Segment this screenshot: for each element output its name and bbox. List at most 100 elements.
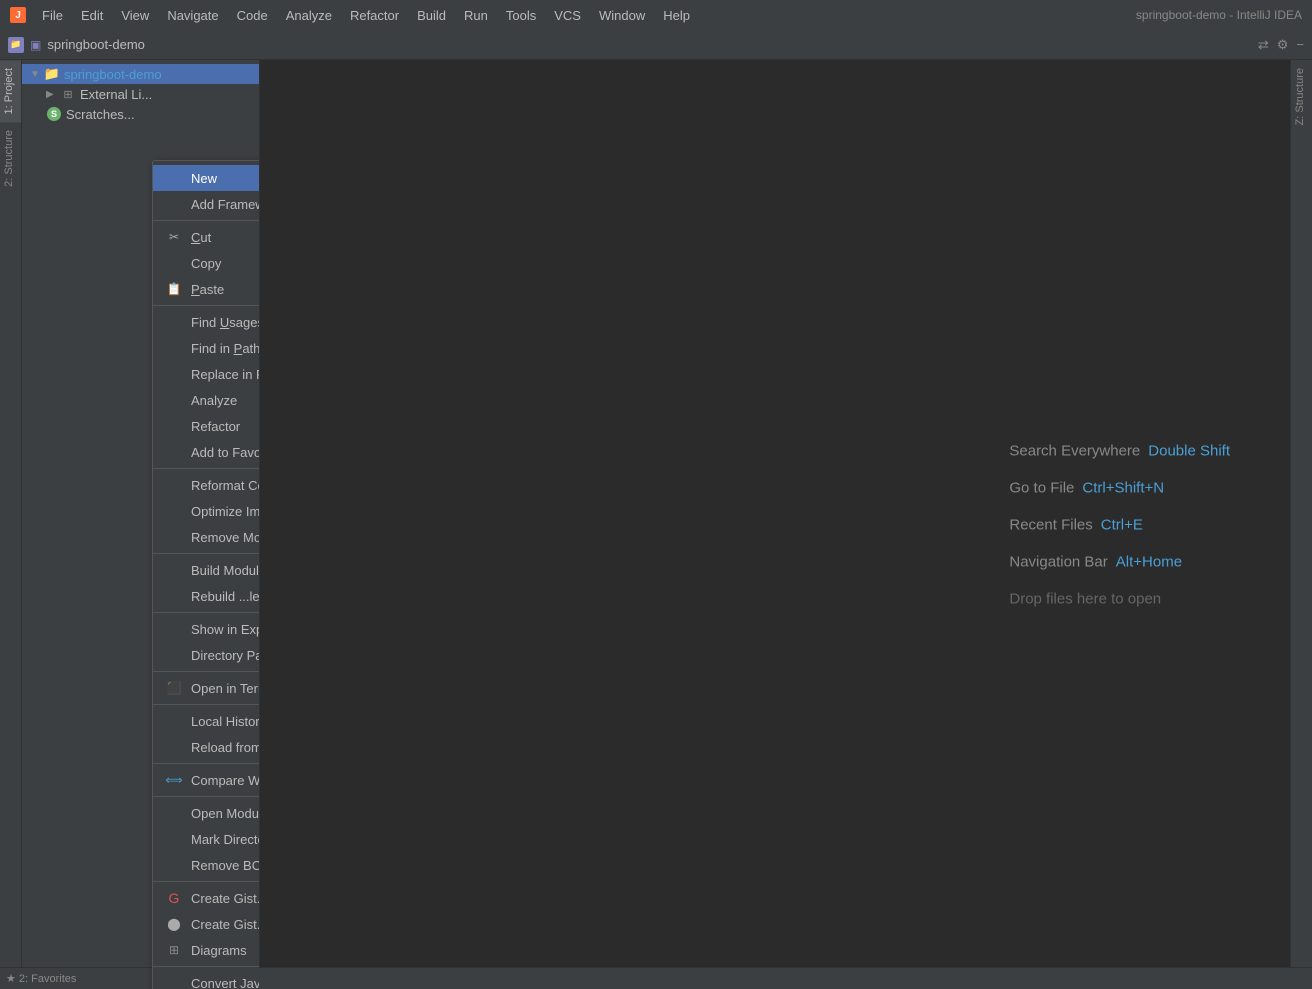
menu-item-rebuild[interactable]: Rebuild ...le 'springboot-demo' Ctrl+Shi…	[153, 583, 260, 609]
project-bar-actions: ⇄ ⚙ −	[1258, 37, 1304, 53]
remove-bom-label: Remove BOM	[191, 858, 260, 873]
menu-file[interactable]: File	[34, 5, 71, 26]
sep3	[153, 468, 260, 469]
local-history-label: Local History	[191, 714, 260, 729]
menu-item-reload[interactable]: Reload from Disk	[153, 734, 260, 760]
menu-item-mark-directory[interactable]: Mark Directory as ▶	[153, 826, 260, 852]
analyze-label: Analyze	[191, 393, 260, 408]
sidebar-tab-project[interactable]: 1: Project	[0, 60, 21, 122]
menu-item-diagrams[interactable]: ⊞ Diagrams ▶	[153, 937, 260, 963]
sep10	[153, 881, 260, 882]
add-framework-label: Add Framework Support...	[191, 197, 260, 212]
project-minimize[interactable]: −	[1296, 37, 1304, 53]
compare-label: Compare With...	[191, 773, 260, 788]
menu-item-optimize[interactable]: Optimize Imports Ctrl+Alt+O	[153, 498, 260, 524]
menu-item-new[interactable]: New ▶	[153, 165, 260, 191]
find-usages-label: Find Usages	[191, 315, 260, 330]
menu-analyze[interactable]: Analyze	[278, 5, 340, 26]
rebuild-label: Rebuild ...le 'springboot-demo'	[191, 589, 260, 604]
menu-item-refactor[interactable]: Refactor ▶	[153, 413, 260, 439]
project-settings[interactable]: ⚙	[1277, 37, 1289, 53]
replace-path-label: Replace in Path...	[191, 367, 260, 382]
add-framework-icon	[165, 195, 183, 213]
menu-item-copy[interactable]: Copy ▶	[153, 250, 260, 276]
menu-vcs[interactable]: VCS	[546, 5, 589, 26]
menu-bar: File Edit View Navigate Code Analyze Ref…	[34, 5, 1136, 26]
menu-item-analyze[interactable]: Analyze ▶	[153, 387, 260, 413]
context-menu: New ▶ Add Framework Support... ✂ Cut Ctr…	[152, 160, 260, 989]
hint-goto-file: Go to File Ctrl+Shift+N	[1009, 479, 1230, 496]
hint-goto-file-text: Go to File	[1009, 479, 1074, 496]
project-bar-name: springboot-demo	[47, 37, 145, 52]
convert-java-icon	[165, 974, 183, 989]
refactor-icon	[165, 417, 183, 435]
menu-item-show-explorer[interactable]: Show in Explorer	[153, 616, 260, 642]
menu-navigate[interactable]: Navigate	[159, 5, 226, 26]
menu-item-convert-java[interactable]: Convert Java File to Kotlin File Ctrl+Al…	[153, 970, 260, 989]
terminal-icon: ⬛	[165, 679, 183, 697]
project-bar: 📁 ▣ springboot-demo ⇄ ⚙ −	[0, 30, 1312, 60]
menu-item-replace-path[interactable]: Replace in Path... Ctrl+Shift+R	[153, 361, 260, 387]
menu-item-build[interactable]: Build Module 'springboot-demo'	[153, 557, 260, 583]
build-icon	[165, 561, 183, 579]
tree-label-scratches: Scratches...	[66, 107, 135, 122]
project-horizontal-split[interactable]: ⇄	[1258, 37, 1269, 53]
title-bar: J File Edit View Navigate Code Analyze R…	[0, 0, 1312, 30]
project-bar-label: ▣	[30, 38, 41, 52]
menu-item-create-gist-gh[interactable]: ⬤ Create Gist...	[153, 911, 260, 937]
convert-java-label: Convert Java File to Kotlin File	[191, 976, 260, 989]
menu-edit[interactable]: Edit	[73, 5, 111, 26]
tree-item-root[interactable]: ▼ 📁 springboot-demo	[22, 64, 259, 84]
menu-item-compare[interactable]: ⟺ Compare With... Ctrl+D	[153, 767, 260, 793]
hint-drop-files: Drop files here to open	[1009, 590, 1230, 607]
dir-path-label: Directory Path	[191, 648, 260, 663]
menu-item-open-module-settings[interactable]: Open Module Settings F4	[153, 800, 260, 826]
tree-item-scratches[interactable]: S Scratches...	[22, 104, 259, 124]
sep1	[153, 220, 260, 221]
tree-item-external[interactable]: ▶ ⊞ External Li...	[22, 84, 259, 104]
sidebar-tab-structure[interactable]: 2: Structure	[0, 122, 21, 195]
menu-item-reformat[interactable]: Reformat Code Ctrl+Alt+L	[153, 472, 260, 498]
menu-help[interactable]: Help	[655, 5, 698, 26]
hint-search: Search Everywhere Double Shift	[1009, 442, 1230, 459]
menu-item-add-favorites[interactable]: Add to Favorites ▶	[153, 439, 260, 465]
menu-item-find-path[interactable]: Find in Path... Ctrl+Shift+F	[153, 335, 260, 361]
menu-item-paste[interactable]: 📋 Paste Ctrl+V	[153, 276, 260, 302]
menu-run[interactable]: Run	[456, 5, 496, 26]
menu-item-dir-path[interactable]: Directory Path Ctrl+Alt+F12	[153, 642, 260, 668]
menu-window[interactable]: Window	[591, 5, 653, 26]
tree-label-external: External Li...	[80, 87, 152, 102]
menu-refactor[interactable]: Refactor	[342, 5, 407, 26]
reformat-icon	[165, 476, 183, 494]
sidebar-tab-z-structure[interactable]: Z: Structure	[1291, 60, 1309, 133]
sep5	[153, 612, 260, 613]
local-history-icon	[165, 712, 183, 730]
add-favorites-icon	[165, 443, 183, 461]
create-gist-red-icon: G	[165, 889, 183, 907]
optimize-label: Optimize Imports	[191, 504, 260, 519]
menu-item-create-gist-red[interactable]: G Create Gist...	[153, 885, 260, 911]
menu-build[interactable]: Build	[409, 5, 454, 26]
menu-item-find-usages[interactable]: Find Usages Alt+F7	[153, 309, 260, 335]
menu-code[interactable]: Code	[229, 5, 276, 26]
hint-goto-file-key: Ctrl+Shift+N	[1082, 479, 1164, 496]
cut-icon: ✂	[165, 228, 183, 246]
reload-label: Reload from Disk	[191, 740, 260, 755]
hint-recent-files-key: Ctrl+E	[1101, 516, 1143, 533]
menu-item-remove-module[interactable]: Remove Module Delete	[153, 524, 260, 550]
menu-item-add-framework[interactable]: Add Framework Support...	[153, 191, 260, 217]
menu-item-remove-bom[interactable]: Remove BOM	[153, 852, 260, 878]
menu-item-local-history[interactable]: Local History ▶	[153, 708, 260, 734]
menu-item-cut[interactable]: ✂ Cut Ctrl+X	[153, 224, 260, 250]
menu-view[interactable]: View	[113, 5, 157, 26]
menu-tools[interactable]: Tools	[498, 5, 544, 26]
tree-arrow-root: ▼	[30, 69, 40, 80]
tree-icon-scratches: S	[46, 106, 62, 122]
add-favorites-label: Add to Favorites	[191, 445, 260, 460]
tree-label-root: springboot-demo	[64, 67, 162, 82]
find-usages-icon	[165, 313, 183, 331]
hint-nav-bar-key: Alt+Home	[1116, 553, 1182, 570]
menu-item-terminal[interactable]: ⬛ Open in Terminal	[153, 675, 260, 701]
favorites-tab[interactable]: ★ 2: Favorites	[6, 972, 76, 985]
new-icon	[165, 169, 183, 187]
